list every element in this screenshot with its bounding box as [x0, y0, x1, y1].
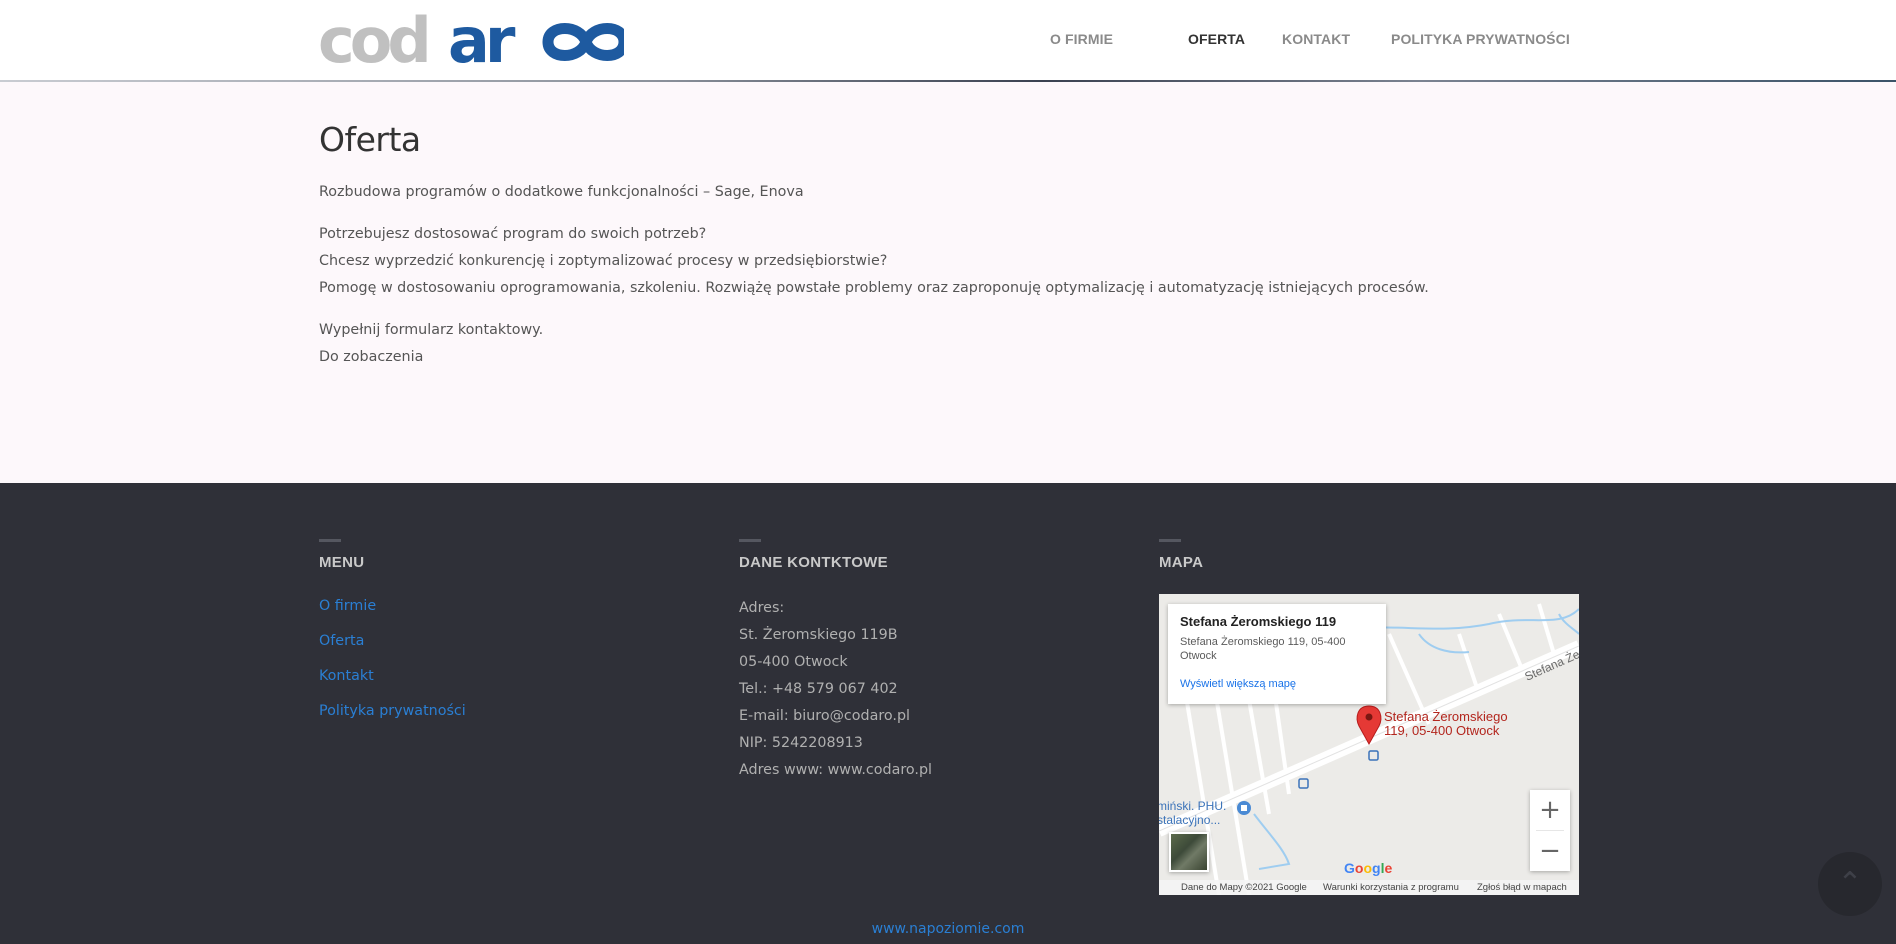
footer-link-o-firmie[interactable]: O firmie — [319, 595, 739, 617]
map-attribution-bar: Dane do Mapy ©2021 Google Warunki korzys… — [1159, 880, 1579, 895]
contact-phone: Tel.: +48 579 067 402 — [739, 681, 898, 697]
footer-contact-title: DANE KONTKTOWE — [739, 554, 888, 571]
google-map-embed[interactable]: Stefana Że Stefana Żeromskiego 119 Stefa… — [1159, 594, 1579, 895]
offer-line: Pomogę w dostosowaniu oprogramowania, sz… — [319, 280, 1429, 296]
footer-menu-title: MENU — [319, 554, 365, 571]
closing-line: Wypełnij formularz kontaktowy. — [319, 322, 544, 338]
nav-oferta[interactable]: OFERTA — [1188, 31, 1245, 47]
column-divider — [739, 539, 761, 542]
intro-text: Rozbudowa programów o dodatkowe funkcjon… — [319, 184, 804, 200]
offer-line: Chcesz wyprzedzić konkurencję i zoptymal… — [319, 253, 888, 269]
view-larger-map-link[interactable]: Wyświetl większą mapę — [1180, 678, 1296, 690]
column-divider — [1159, 539, 1181, 542]
contact-email: E-mail: biuro@codaro.pl — [739, 708, 910, 724]
nav-polityka-prywatnosci[interactable]: POLITYKA PRYWATNOŚCI — [1391, 31, 1570, 47]
map-place-address: Stefana Żeromskiego 119, 05-400 Otwock — [1180, 636, 1346, 662]
zoom-out-button[interactable]: − — [1530, 831, 1570, 871]
closing-paragraph: Wypełnij formularz kontaktowy. Do zobacz… — [319, 317, 1579, 371]
footer-contact-column: DANE KONTKTOWE Adres: St. Żeromskiego 11… — [739, 539, 1159, 784]
logo-graphic: cod ar — [318, 12, 624, 68]
scroll-to-top-button[interactable]: ⌃ — [1818, 852, 1882, 916]
main-content: Oferta Rozbudowa programów o dodatkowe f… — [319, 120, 1579, 386]
google-logo: Google — [1344, 860, 1393, 876]
chevron-up-icon: ⌃ — [1837, 866, 1863, 901]
contact-city: 05-400 Otwock — [739, 654, 848, 670]
map-place-title: Stefana Żeromskiego 119 — [1180, 614, 1337, 629]
closing-line: Do zobaczenia — [319, 349, 424, 365]
satellite-toggle[interactable] — [1169, 832, 1209, 872]
map-pin-label[interactable]: Stefana Żeromskiego 119, 05-400 Otwock — [1384, 710, 1534, 738]
contact-nip: NIP: 5242208913 — [739, 735, 863, 751]
footer-menu-column: MENU O firmie Oferta Kontakt Polityka pr… — [319, 539, 739, 735]
map-zoom-controls: + − — [1530, 790, 1570, 871]
contact-www: Adres www: www.codaro.pl — [739, 762, 933, 778]
intro-paragraph: Rozbudowa programów o dodatkowe funkcjon… — [319, 179, 1579, 206]
map-poi-label[interactable]: miński. PHU. stalacyjno... — [1159, 799, 1232, 827]
site-header: cod ar O FIRMIE OFERTA KONTAKT POLITYKA … — [0, 0, 1896, 82]
contact-street: St. Żeromskiego 119B — [739, 627, 898, 643]
zoom-in-button[interactable]: + — [1530, 790, 1570, 830]
offer-line: Potrzebujesz dostosować program do swoic… — [319, 226, 707, 242]
map-terms-link[interactable]: Warunki korzystania z programu — [1323, 880, 1459, 895]
footer-credit-link[interactable]: www.napoziomie.com — [0, 921, 1896, 937]
nav-o-firmie[interactable]: O FIRMIE — [1050, 31, 1113, 47]
map-data-attribution[interactable]: Dane do Mapy ©2021 Google — [1181, 880, 1307, 895]
footer-map-column: MAPA — [1159, 539, 1579, 595]
footer-map-title: MAPA — [1159, 554, 1204, 571]
site-footer: MENU O firmie Oferta Kontakt Polityka pr… — [0, 483, 1896, 944]
page-title: Oferta — [319, 120, 421, 159]
offer-paragraph: Potrzebujesz dostosować program do swoic… — [319, 221, 1579, 302]
footer-link-kontakt[interactable]: Kontakt — [319, 665, 739, 687]
footer-link-oferta[interactable]: Oferta — [319, 630, 739, 652]
header-divider — [0, 80, 1896, 82]
footer-link-polityka-prywatnosci[interactable]: Polityka prywatności — [319, 700, 739, 722]
map-report-link[interactable]: Zgłoś błąd w mapach — [1477, 880, 1567, 895]
contact-address-label: Adres: — [739, 600, 785, 616]
svg-text:cod: cod — [318, 12, 427, 68]
svg-text:ar: ar — [448, 12, 516, 68]
codaro-logo[interactable]: cod ar — [318, 12, 624, 68]
column-divider — [319, 539, 341, 542]
nav-kontakt[interactable]: KONTAKT — [1282, 31, 1350, 47]
